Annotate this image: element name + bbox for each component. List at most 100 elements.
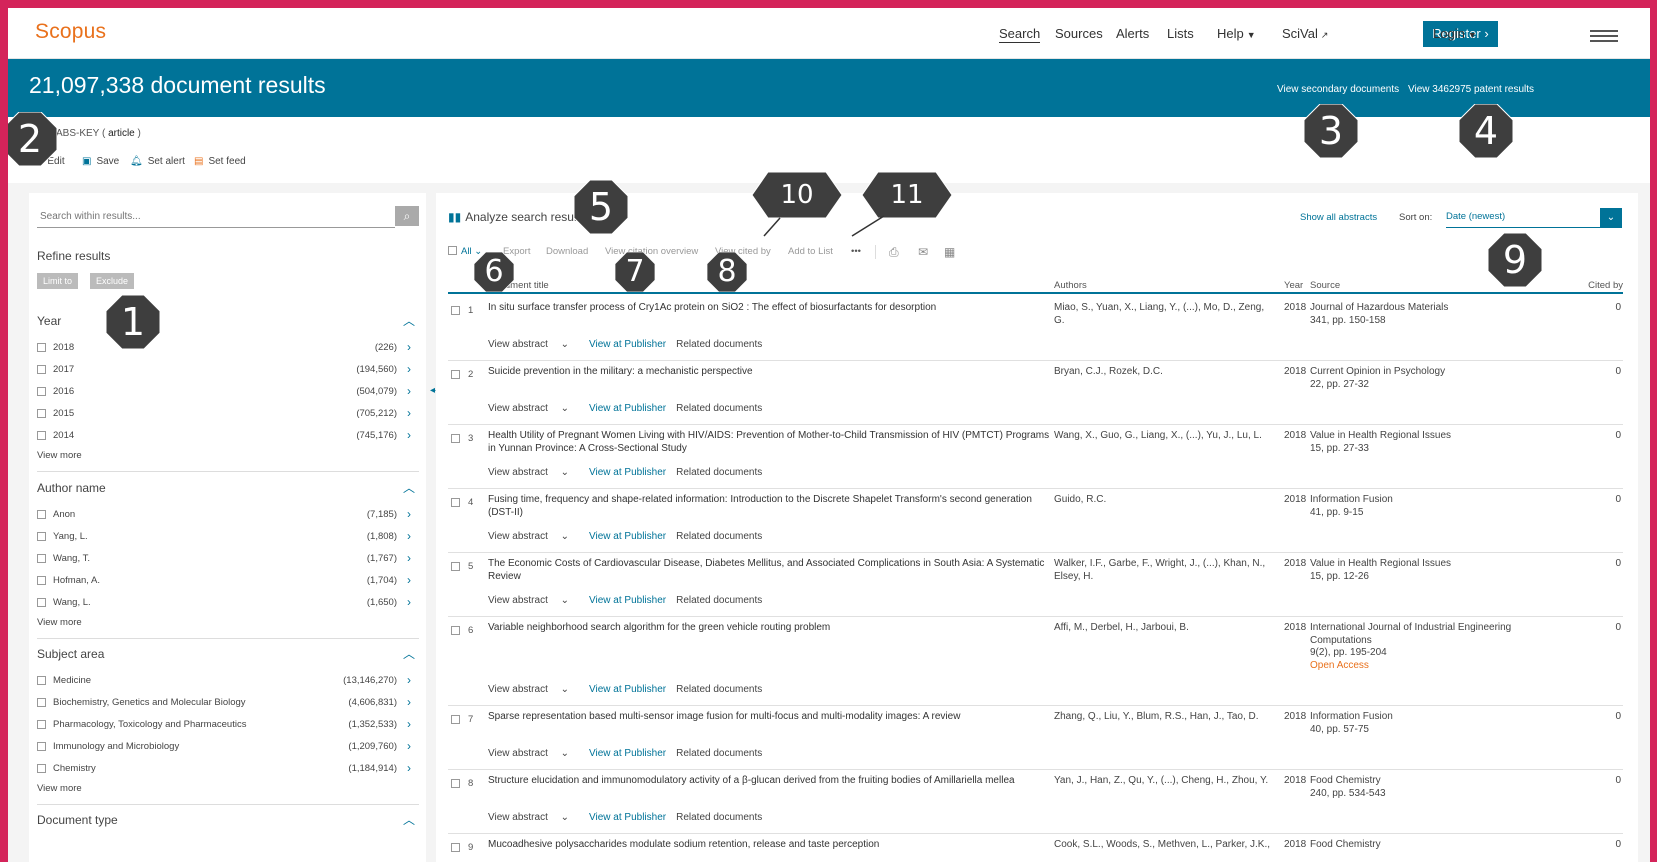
related-documents-link[interactable]: Related documents (676, 531, 762, 542)
chevron-up-icon[interactable]: ︿ (403, 645, 415, 662)
document-title-link[interactable]: Variable neighborhood search algorithm f… (488, 622, 1058, 635)
related-documents-link[interactable]: Related documents (676, 467, 762, 478)
cited-by-count[interactable]: 0 (1615, 366, 1621, 377)
facet-item[interactable]: 2014 (745,176) › (37, 428, 411, 444)
facet-item[interactable]: Yang, L. (1,808) › (37, 529, 411, 545)
document-title-link[interactable]: Mucoadhesive polysaccharides modulate so… (488, 839, 1058, 852)
row-checkbox[interactable] (451, 306, 460, 315)
authors-list[interactable]: Affi, M., Derbel, H., Jarboui, B. (1054, 622, 1274, 635)
facet-item[interactable]: Wang, L. (1,650) › (37, 595, 411, 611)
row-checkbox[interactable] (451, 715, 460, 724)
document-title-link[interactable]: Fusing time, frequency and shape-related… (488, 494, 1058, 519)
sort-select[interactable]: Date (newest) (1446, 208, 1613, 228)
nav-help[interactable]: Help ▼ (1217, 26, 1256, 41)
analyze-search-results-link[interactable]: ▮▮ Analyze search results (448, 210, 586, 224)
related-documents-link[interactable]: Related documents (676, 748, 762, 759)
checkbox-icon[interactable] (37, 742, 46, 751)
facet-item[interactable]: 2017 (194,560) › (37, 362, 411, 378)
facet-title[interactable]: Document type (37, 813, 118, 827)
facet-item[interactable]: 2016 (504,079) › (37, 384, 411, 400)
view-at-publisher-link[interactable]: View at Publisher (589, 684, 666, 695)
chevron-right-icon[interactable]: › (407, 695, 411, 709)
chevron-right-icon[interactable]: › (407, 362, 411, 376)
source-title-link[interactable]: Information Fusion (1310, 711, 1393, 722)
scopus-logo[interactable]: Scopus (35, 20, 106, 44)
set-feed-button[interactable]: ▤ Set feed (194, 156, 246, 167)
nav-lists[interactable]: Lists (1167, 26, 1194, 41)
view-at-publisher-link[interactable]: View at Publisher (589, 812, 666, 823)
source-title-link[interactable]: Food Chemistry (1310, 839, 1381, 850)
chevron-right-icon[interactable]: › (407, 673, 411, 687)
source-title-link[interactable]: Information Fusion (1310, 494, 1393, 505)
exclude-button[interactable]: Exclude (90, 273, 135, 289)
view-more-link[interactable]: View more (37, 783, 82, 794)
view-abstract-toggle[interactable]: View abstract ⌄ (488, 595, 579, 606)
authors-list[interactable]: Wang, X., Guo, G., Liang, X., (...), Yu,… (1054, 430, 1274, 443)
cited-by-count[interactable]: 0 (1615, 430, 1621, 441)
facet-item[interactable]: Wang, T. (1,767) › (37, 551, 411, 567)
limit-to-button[interactable]: Limit to (37, 273, 79, 289)
chevron-right-icon[interactable]: › (407, 384, 411, 398)
chevron-right-icon[interactable]: › (407, 428, 411, 442)
view-at-publisher-link[interactable]: View at Publisher (589, 467, 666, 478)
search-icon[interactable]: ⌕ (395, 206, 419, 226)
checkbox-icon[interactable] (37, 387, 46, 396)
document-title-link[interactable]: Sparse representation based multi-sensor… (488, 711, 1058, 724)
cited-by-count[interactable]: 0 (1615, 302, 1621, 313)
row-checkbox[interactable] (451, 434, 460, 443)
facet-item[interactable]: Medicine (13,146,270) › (37, 673, 411, 689)
checkbox-icon[interactable] (37, 764, 46, 773)
chevron-right-icon[interactable]: › (407, 739, 411, 753)
row-checkbox[interactable] (451, 562, 460, 571)
cited-by-count[interactable]: 0 (1615, 494, 1621, 505)
checkbox-icon[interactable] (37, 343, 46, 352)
checkbox-icon[interactable] (37, 598, 46, 607)
authors-list[interactable]: Cook, S.L., Woods, S., Methven, L., Park… (1054, 839, 1274, 852)
nav-scival[interactable]: SciVal ↗ (1282, 26, 1328, 41)
related-documents-link[interactable]: Related documents (676, 812, 762, 823)
chevron-up-icon[interactable]: ︿ (403, 811, 415, 828)
row-checkbox[interactable] (451, 843, 460, 852)
view-abstract-toggle[interactable]: View abstract ⌄ (488, 531, 579, 542)
checkbox-icon[interactable] (37, 409, 46, 418)
checkbox-icon[interactable] (37, 510, 46, 519)
document-title-link[interactable]: The Economic Costs of Cardiovascular Dis… (488, 558, 1058, 583)
hamburger-menu-icon[interactable] (1590, 30, 1618, 42)
facet-item[interactable]: Hofman, A. (1,704) › (37, 573, 411, 589)
chevron-down-icon[interactable]: ⌄ (1600, 208, 1622, 228)
authors-list[interactable]: Miao, S., Yuan, X., Liang, Y., (...), Mo… (1054, 302, 1274, 327)
source-title-link[interactable]: International Journal of Industrial Engi… (1310, 622, 1511, 646)
view-abstract-toggle[interactable]: View abstract ⌄ (488, 467, 579, 478)
cited-by-count[interactable]: 0 (1615, 839, 1621, 850)
view-abstract-toggle[interactable]: View abstract ⌄ (488, 684, 579, 695)
source-title-link[interactable]: Journal of Hazardous Materials (1310, 302, 1448, 313)
chevron-right-icon[interactable]: › (407, 761, 411, 775)
cited-by-count[interactable]: 0 (1615, 775, 1621, 786)
view-abstract-toggle[interactable]: View abstract ⌄ (488, 812, 579, 823)
chevron-right-icon[interactable]: › (407, 406, 411, 420)
view-at-publisher-link[interactable]: View at Publisher (589, 531, 666, 542)
cited-by-count[interactable]: 0 (1615, 622, 1621, 633)
related-documents-link[interactable]: Related documents (676, 403, 762, 414)
view-at-publisher-link[interactable]: View at Publisher (589, 403, 666, 414)
chevron-up-icon[interactable]: ︿ (403, 479, 415, 496)
facet-item[interactable]: Biochemistry, Genetics and Molecular Bio… (37, 695, 411, 711)
related-documents-link[interactable]: Related documents (676, 684, 762, 695)
related-documents-link[interactable]: Related documents (676, 595, 762, 606)
chevron-right-icon[interactable]: › (407, 717, 411, 731)
column-year[interactable]: Year (1284, 280, 1303, 291)
view-secondary-documents-link[interactable]: View secondary documents (1277, 84, 1399, 95)
source-title-link[interactable]: Value in Health Regional Issues (1310, 430, 1451, 441)
checkbox-icon[interactable] (37, 720, 46, 729)
view-at-publisher-link[interactable]: View at Publisher (589, 339, 666, 350)
facet-item[interactable]: 2018 (226) › (37, 340, 411, 356)
nav-search[interactable]: Search (999, 26, 1041, 43)
row-checkbox[interactable] (451, 779, 460, 788)
view-more-link[interactable]: View more (37, 450, 82, 461)
view-more-link[interactable]: View more (37, 617, 82, 628)
view-abstract-toggle[interactable]: View abstract ⌄ (488, 403, 579, 414)
facet-title[interactable]: Year (37, 314, 61, 328)
authors-list[interactable]: Yan, J., Han, Z., Qu, Y., (...), Cheng, … (1054, 775, 1274, 788)
facet-title[interactable]: Subject area (37, 647, 104, 661)
document-title-link[interactable]: Suicide prevention in the military: a me… (488, 366, 1058, 379)
